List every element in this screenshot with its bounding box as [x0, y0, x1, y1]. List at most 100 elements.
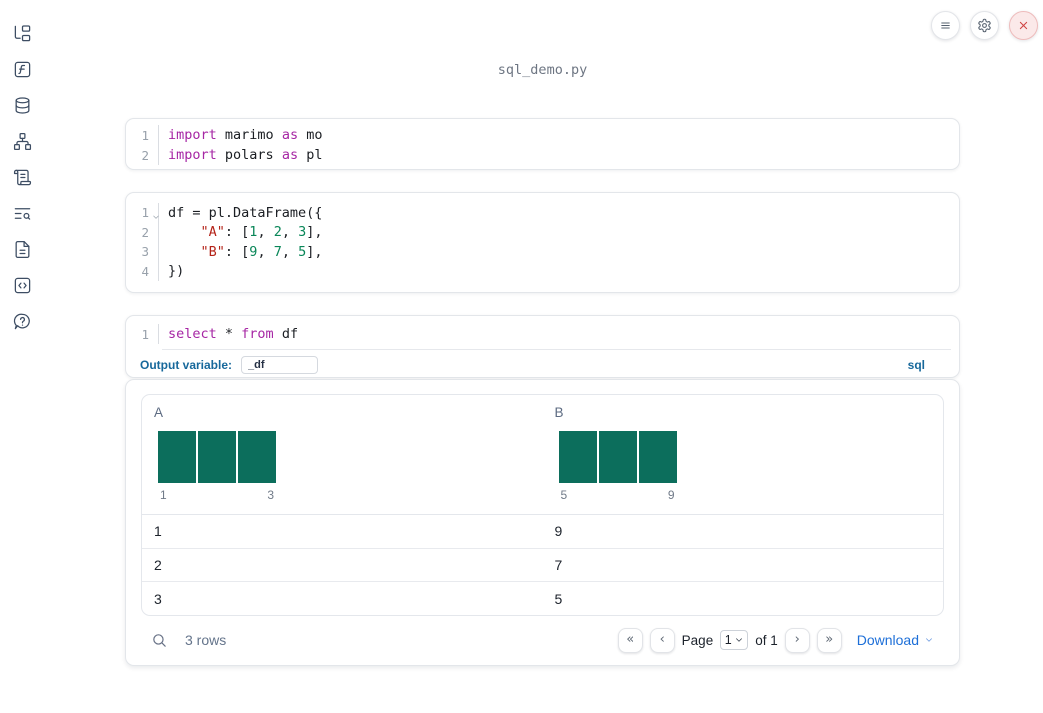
code-text[interactable]: select * from df	[159, 326, 298, 342]
code-cell-imports[interactable]: 1 import marimo as mo 2 import polars as…	[125, 118, 960, 170]
histogram-min-label: 1	[160, 488, 167, 502]
chevron-down-icon	[926, 638, 932, 642]
sidebar-item-help[interactable]	[4, 303, 40, 339]
code-line: 2 import polars as pl	[126, 145, 959, 165]
code-token: marimo	[216, 127, 282, 143]
sidebar-item-logs[interactable]	[4, 195, 40, 231]
output-variable-input[interactable]	[241, 355, 319, 374]
close-icon	[1019, 21, 1028, 30]
marimo-notebook: sql_demo.py 1 import marimo as mo 2 impo…	[0, 0, 1043, 713]
table-row[interactable]: 3 5	[142, 582, 943, 615]
gear-icon	[978, 18, 991, 33]
last-page-button[interactable]: »	[816, 627, 842, 653]
code-token: : [	[224, 243, 250, 260]
keyword-token: import	[168, 147, 217, 163]
histogram-bar[interactable]	[558, 431, 597, 483]
code-token: ],	[306, 243, 323, 260]
histogram-bar[interactable]	[158, 431, 196, 483]
first-page-button[interactable]: «	[617, 627, 643, 653]
code-cell-dataframe[interactable]: 1 df = pl.DataFrame({ 2 "A": [1, 2, 3], …	[125, 192, 960, 293]
table-row[interactable]: 1 9	[142, 515, 943, 549]
code-token: ,	[257, 243, 274, 260]
sql-editor[interactable]: 1 select * from df	[126, 316, 959, 350]
code-text[interactable]: "A": [1, 2, 3],	[159, 224, 323, 240]
column-label: B	[554, 405, 564, 420]
code-token: df	[273, 326, 299, 342]
table-footer: 3 rows « ‹ Page 1 of 1 › » Download	[151, 616, 934, 664]
download-button[interactable]: Download	[857, 632, 934, 648]
histogram-bar[interactable]	[638, 431, 677, 483]
sql-cell: 1 select * from df Output variable: sql	[125, 315, 960, 378]
histogram-max-label: 3	[267, 488, 274, 502]
line-number: 1	[126, 324, 159, 344]
sidebar-item-variables[interactable]	[4, 51, 40, 87]
chevron-down-icon	[735, 638, 742, 642]
code-line: 3 "B": [9, 7, 5],	[126, 242, 959, 262]
table-cell: 5	[554, 590, 563, 607]
line-number: 2	[126, 222, 159, 242]
histogram-bar[interactable]	[598, 431, 637, 483]
number-token: 2	[273, 224, 282, 241]
table-cell: 9	[554, 523, 563, 540]
output-variable-row: Output variable: sql	[126, 350, 959, 379]
column-header-b[interactable]: B 5 9	[543, 395, 944, 514]
keyword-token: import	[168, 127, 217, 143]
code-line: 1 select * from df	[126, 324, 959, 344]
code-token: mo	[298, 127, 323, 143]
table-cell: 3	[154, 590, 162, 607]
keyword-token: select	[168, 326, 217, 342]
settings-button[interactable]	[970, 11, 999, 40]
help-bubble-icon	[13, 313, 30, 329]
keyword-token: as	[281, 127, 299, 143]
sidebar-item-explorer[interactable]	[4, 15, 40, 51]
sidebar	[0, 15, 44, 339]
hamburger-icon	[941, 22, 950, 29]
table-output-card: A 1 3 B 5 9 1 9 2 7 3 5 3 rows « ‹ Page …	[125, 379, 960, 666]
close-button[interactable]	[1009, 11, 1038, 40]
file-tree-icon	[14, 24, 30, 41]
chevrons-right-icon: »	[825, 631, 834, 647]
histogram-bar[interactable]	[238, 431, 276, 483]
code-text[interactable]: import polars as pl	[159, 147, 322, 163]
code-text[interactable]: "B": [9, 7, 5],	[159, 244, 323, 260]
output-variable-label: Output variable:	[140, 357, 233, 372]
column-label: A	[154, 405, 164, 420]
topbar	[931, 11, 1038, 40]
line-number: 3	[126, 242, 159, 262]
code-text[interactable]: df = pl.DataFrame({	[159, 205, 322, 221]
line-number: 2	[126, 145, 159, 165]
column-histogram: 5 9	[558, 431, 677, 502]
file-text-icon	[15, 240, 29, 258]
code-line: 1 df = pl.DataFrame({	[126, 203, 959, 223]
keyword-token: as	[281, 147, 299, 163]
table-row[interactable]: 2 7	[142, 549, 943, 583]
code-text[interactable]: import marimo as mo	[159, 127, 322, 143]
sidebar-item-snippets[interactable]	[4, 267, 40, 303]
number-token: 7	[273, 243, 282, 260]
code-text[interactable]: })	[159, 263, 184, 279]
sidebar-item-dependencies[interactable]	[4, 123, 40, 159]
previous-page-button[interactable]: ‹	[649, 627, 675, 653]
search-icon	[153, 633, 166, 647]
next-page-button[interactable]: ›	[784, 627, 810, 653]
scroll-icon	[13, 169, 31, 185]
histogram-bar[interactable]	[198, 431, 236, 483]
table-cell: 2	[154, 557, 162, 573]
code-line: 1 import marimo as mo	[126, 125, 959, 145]
code-line: 2 "A": [1, 2, 3],	[126, 222, 959, 242]
page-total: of 1	[755, 632, 778, 648]
sidebar-item-scratchpad[interactable]	[4, 159, 40, 195]
histogram-min-label: 5	[560, 488, 568, 502]
code-token: })	[168, 263, 185, 280]
code-token: pl	[298, 147, 323, 163]
sidebar-item-documentation[interactable]	[4, 231, 40, 267]
column-header-a[interactable]: A 1 3	[142, 395, 543, 514]
page-select-value: 1	[724, 633, 732, 647]
page-select[interactable]: 1	[720, 630, 749, 650]
search-button[interactable]	[151, 632, 168, 649]
chevrons-left-icon: «	[626, 631, 635, 647]
menu-button[interactable]	[931, 11, 960, 40]
sidebar-item-datasources[interactable]	[4, 87, 40, 123]
